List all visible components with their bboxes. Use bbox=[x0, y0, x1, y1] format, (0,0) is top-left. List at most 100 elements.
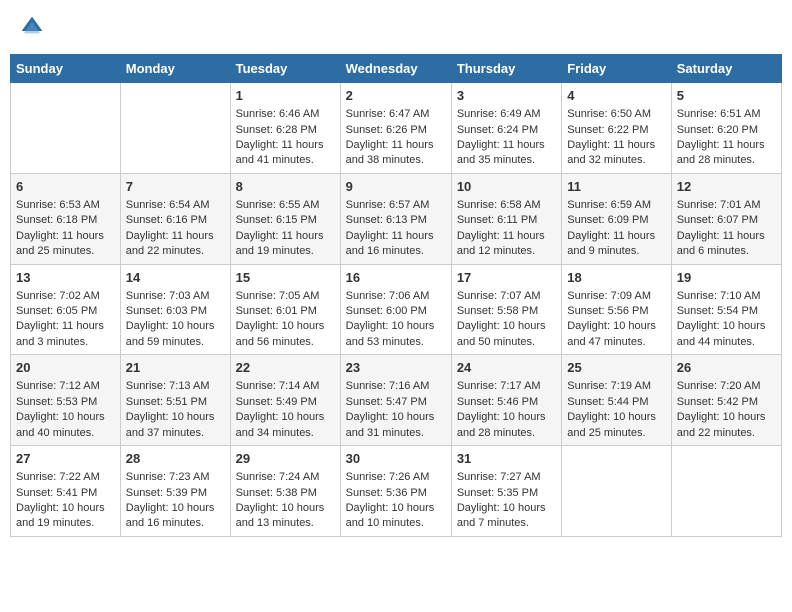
day-number: 21 bbox=[126, 359, 225, 377]
daylight-text: Daylight: 10 hours and 7 minutes. bbox=[457, 501, 556, 532]
sunrise-text: Sunrise: 7:02 AM bbox=[16, 289, 115, 304]
calendar-cell: 9Sunrise: 6:57 AMSunset: 6:13 PMDaylight… bbox=[340, 173, 451, 264]
sunrise-text: Sunrise: 7:20 AM bbox=[677, 379, 776, 394]
day-number: 15 bbox=[236, 269, 335, 287]
calendar-cell bbox=[671, 446, 781, 537]
sunrise-text: Sunrise: 7:01 AM bbox=[677, 198, 776, 213]
sunset-text: Sunset: 6:15 PM bbox=[236, 213, 335, 228]
sunrise-text: Sunrise: 6:53 AM bbox=[16, 198, 115, 213]
sunrise-text: Sunrise: 6:58 AM bbox=[457, 198, 556, 213]
calendar-cell bbox=[562, 446, 671, 537]
sunset-text: Sunset: 6:20 PM bbox=[677, 123, 776, 138]
sunrise-text: Sunrise: 6:47 AM bbox=[346, 107, 446, 122]
sunset-text: Sunset: 5:41 PM bbox=[16, 486, 115, 501]
daylight-text: Daylight: 11 hours and 38 minutes. bbox=[346, 138, 446, 169]
sunrise-text: Sunrise: 7:17 AM bbox=[457, 379, 556, 394]
day-number: 13 bbox=[16, 269, 115, 287]
daylight-text: Daylight: 11 hours and 3 minutes. bbox=[16, 319, 115, 350]
sunset-text: Sunset: 6:26 PM bbox=[346, 123, 446, 138]
sunset-text: Sunset: 6:01 PM bbox=[236, 304, 335, 319]
calendar-cell: 8Sunrise: 6:55 AMSunset: 6:15 PMDaylight… bbox=[230, 173, 340, 264]
sunset-text: Sunset: 6:16 PM bbox=[126, 213, 225, 228]
col-header-monday: Monday bbox=[120, 55, 230, 83]
sunset-text: Sunset: 5:39 PM bbox=[126, 486, 225, 501]
col-header-saturday: Saturday bbox=[671, 55, 781, 83]
calendar-cell: 24 Sunrise: 7:17 AMSunset: 5:46 PMDayligh… bbox=[451, 355, 561, 446]
daylight-text: Daylight: 11 hours and 19 minutes. bbox=[236, 229, 335, 260]
col-header-wednesday: Wednesday bbox=[340, 55, 451, 83]
calendar-cell: 28Sunrise: 7:23 AMSunset: 5:39 PMDayligh… bbox=[120, 446, 230, 537]
sunrise-text: Sunrise: 7:05 AM bbox=[236, 289, 335, 304]
sunrise-text: Sunrise: 7:09 AM bbox=[567, 289, 665, 304]
daylight-text: Daylight: 10 hours and 28 minutes. bbox=[457, 410, 556, 441]
col-header-thursday: Thursday bbox=[451, 55, 561, 83]
day-number: 19 bbox=[677, 269, 776, 287]
logo-icon bbox=[20, 15, 44, 39]
week-row-2: 6Sunrise: 6:53 AMSunset: 6:18 PMDaylight… bbox=[11, 173, 782, 264]
day-number: 9 bbox=[346, 178, 446, 196]
col-header-friday: Friday bbox=[562, 55, 671, 83]
calendar-cell: 11Sunrise: 6:59 AMSunset: 6:09 PMDayligh… bbox=[562, 173, 671, 264]
daylight-text: Daylight: 10 hours and 22 minutes. bbox=[677, 410, 776, 441]
calendar-cell bbox=[11, 83, 121, 174]
calendar-cell: 5Sunrise: 6:51 AMSunset: 6:20 PMDaylight… bbox=[671, 83, 781, 174]
day-number: 2 bbox=[346, 87, 446, 105]
sunrise-text: Sunrise: 7:03 AM bbox=[126, 289, 225, 304]
day-number: 3 bbox=[457, 87, 556, 105]
calendar-cell: 25Sunrise: 7:19 AMSunset: 5:44 PMDayligh… bbox=[562, 355, 671, 446]
day-number: 31 bbox=[457, 450, 556, 468]
sunrise-text: Sunrise: 7:22 AM bbox=[16, 470, 115, 485]
sunrise-text: Sunrise: 7:23 AM bbox=[126, 470, 225, 485]
calendar-cell: 29Sunrise: 7:24 AMSunset: 5:38 PMDayligh… bbox=[230, 446, 340, 537]
sunset-text: Sunset: 5:35 PM bbox=[457, 486, 556, 501]
week-row-4: 20Sunrise: 7:12 AMSunset: 5:53 PMDayligh… bbox=[11, 355, 782, 446]
sunset-text: Sunset: 6:05 PM bbox=[16, 304, 115, 319]
daylight-text: Daylight: 10 hours and 25 minutes. bbox=[567, 410, 665, 441]
sunset-text: Sunset: 5:53 PM bbox=[16, 395, 115, 410]
calendar-cell: 19Sunrise: 7:10 AMSunset: 5:54 PMDayligh… bbox=[671, 264, 781, 355]
daylight-text: Daylight: 10 hours and 47 minutes. bbox=[567, 319, 665, 350]
calendar-cell: 13 Sunrise: 7:02 AMSunset: 6:05 PMDayligh… bbox=[11, 264, 121, 355]
calendar-cell: 23Sunrise: 7:16 AMSunset: 5:47 PMDayligh… bbox=[340, 355, 451, 446]
header-row: SundayMondayTuesdayWednesdayThursdayFrid… bbox=[11, 55, 782, 83]
calendar-cell: 1Sunrise: 6:46 AMSunset: 6:28 PMDaylight… bbox=[230, 83, 340, 174]
daylight-text: Daylight: 10 hours and 40 minutes. bbox=[16, 410, 115, 441]
sunset-text: Sunset: 5:36 PM bbox=[346, 486, 446, 501]
daylight-text: Daylight: 11 hours and 16 minutes. bbox=[346, 229, 446, 260]
col-header-sunday: Sunday bbox=[11, 55, 121, 83]
daylight-text: Daylight: 11 hours and 6 minutes. bbox=[677, 229, 776, 260]
daylight-text: Daylight: 10 hours and 34 minutes. bbox=[236, 410, 335, 441]
daylight-text: Daylight: 10 hours and 19 minutes. bbox=[16, 501, 115, 532]
day-number: 30 bbox=[346, 450, 446, 468]
calendar-cell: 30Sunrise: 7:26 AMSunset: 5:36 PMDayligh… bbox=[340, 446, 451, 537]
week-row-3: 13Sunrise: 7:02 AMSunset: 6:05 PMDayligh… bbox=[11, 264, 782, 355]
sunrise-text: Sunrise: 6:57 AM bbox=[346, 198, 446, 213]
sunset-text: Sunset: 6:11 PM bbox=[457, 213, 556, 228]
sunrise-text: Sunrise: 7:07 AM bbox=[457, 289, 556, 304]
calendar-cell: 31Sunrise: 7:27 AMSunset: 5:35 PMDayligh… bbox=[451, 446, 561, 537]
calendar-cell: 14Sunrise: 7:03 AMSunset: 6:03 PMDayligh… bbox=[120, 264, 230, 355]
sunset-text: Sunset: 5:46 PM bbox=[457, 395, 556, 410]
daylight-text: Daylight: 11 hours and 9 minutes. bbox=[567, 229, 665, 260]
daylight-text: Daylight: 11 hours and 25 minutes. bbox=[16, 229, 115, 260]
day-number: 29 bbox=[236, 450, 335, 468]
sunset-text: Sunset: 6:22 PM bbox=[567, 123, 665, 138]
daylight-text: Daylight: 11 hours and 28 minutes. bbox=[677, 138, 776, 169]
day-number: 28 bbox=[126, 450, 225, 468]
sunset-text: Sunset: 5:54 PM bbox=[677, 304, 776, 319]
day-number: 23 bbox=[346, 359, 446, 377]
daylight-text: Daylight: 10 hours and 31 minutes. bbox=[346, 410, 446, 441]
calendar-cell: 16Sunrise: 7:06 AMSunset: 6:00 PMDayligh… bbox=[340, 264, 451, 355]
day-number: 10 bbox=[457, 178, 556, 196]
sunset-text: Sunset: 5:49 PM bbox=[236, 395, 335, 410]
sunrise-text: Sunrise: 7:24 AM bbox=[236, 470, 335, 485]
sunrise-text: Sunrise: 7:14 AM bbox=[236, 379, 335, 394]
day-number: 5 bbox=[677, 87, 776, 105]
calendar-cell: 17Sunrise: 7:07 AMSunset: 5:58 PMDayligh… bbox=[451, 264, 561, 355]
logo bbox=[20, 15, 48, 39]
page-header bbox=[10, 10, 782, 44]
day-number: 24 bbox=[457, 359, 556, 377]
sunset-text: Sunset: 6:00 PM bbox=[346, 304, 446, 319]
sunset-text: Sunset: 6:18 PM bbox=[16, 213, 115, 228]
calendar-cell: 7Sunrise: 6:54 AMSunset: 6:16 PMDaylight… bbox=[120, 173, 230, 264]
